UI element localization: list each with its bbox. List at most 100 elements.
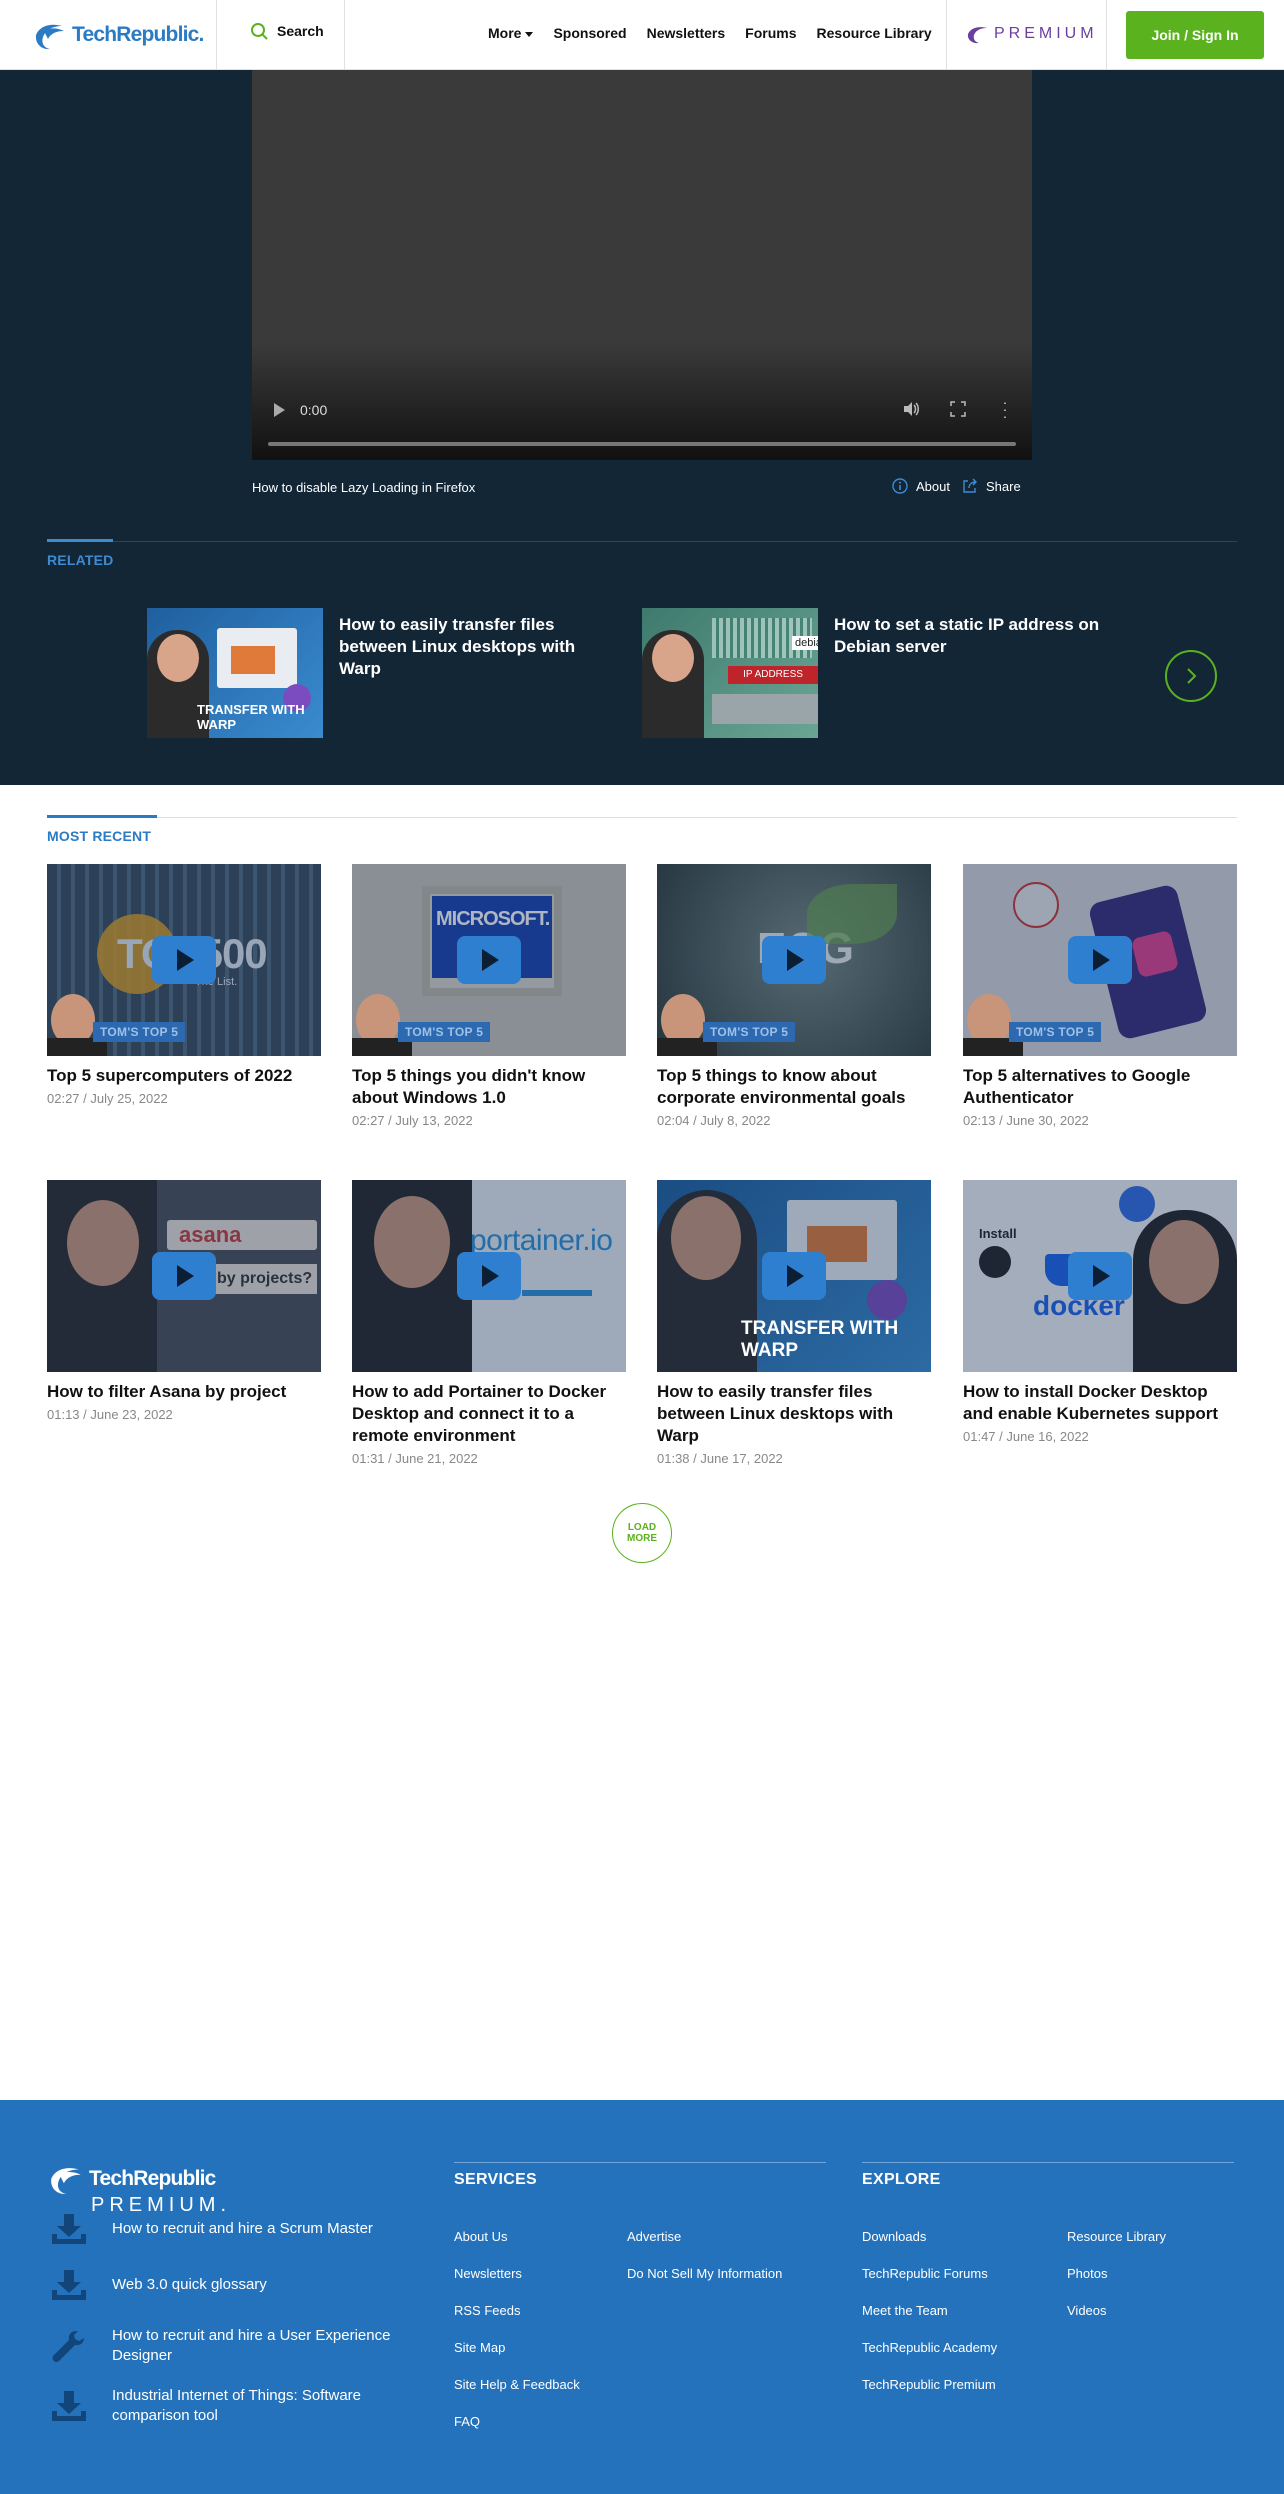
header-divider — [1106, 0, 1107, 70]
fullscreen-icon[interactable] — [950, 401, 966, 417]
series-tag: TOM'S TOP 5 — [703, 1022, 796, 1042]
play-icon[interactable] — [274, 403, 285, 417]
footer-link-do-not-sell[interactable]: Do Not Sell My Information — [627, 2266, 782, 2281]
nav-item-more[interactable]: More — [488, 25, 534, 41]
footer-link-forums[interactable]: TechRepublic Forums — [862, 2266, 988, 2281]
video-title: How to easily transfer files between Lin… — [657, 1382, 894, 1445]
footer-link-newsletters[interactable]: Newsletters — [454, 2266, 522, 2281]
nav-item-forums[interactable]: Forums — [745, 25, 796, 41]
video-thumbnail: ESG TOM'S TOP 5 — [657, 864, 931, 1056]
footer-link-meet-the-team[interactable]: Meet the Team — [862, 2303, 948, 2318]
premium-resource-item[interactable]: Web 3.0 quick glossary — [50, 2268, 422, 2302]
video-thumbnail: TOP500 The List. TOM'S TOP 5 — [47, 864, 321, 1056]
video-meta: 02:27 / July 25, 2022 — [47, 1091, 168, 1106]
download-icon — [52, 2270, 86, 2300]
video-thumbnail: portainer.io — [352, 1180, 626, 1372]
related-heading: RELATED — [47, 552, 114, 568]
related-card[interactable]: IP ADDRESS debian How to set a static IP… — [642, 608, 1112, 738]
nav-item-sponsored[interactable]: Sponsored — [553, 25, 626, 41]
video-card[interactable]: asana by projects? How to filter Asana b… — [47, 1180, 321, 1422]
premium-resource-item[interactable]: Industrial Internet of Things: Software … — [50, 2386, 422, 2426]
techrepublic-premium-logo[interactable]: TechRepublic PREMIUM. — [47, 2160, 231, 2217]
load-more-button[interactable]: LOAD MORE — [612, 1503, 672, 1563]
series-tag: TOM'S TOP 5 — [93, 1022, 186, 1042]
video-player[interactable]: 0:00 · · · — [252, 70, 1032, 460]
video-meta: 02:13 / June 30, 2022 — [963, 1113, 1089, 1128]
main-nav: More Sponsored Newsletters Forums Resour… — [488, 25, 932, 41]
footer-link-downloads[interactable]: Downloads — [862, 2229, 926, 2244]
video-thumbnail: MICROSOFT. TOM'S TOP 5 — [352, 864, 626, 1056]
video-card[interactable]: MICROSOFT. TOM'S TOP 5 Top 5 things you … — [352, 864, 626, 1128]
share-button[interactable]: Share — [962, 478, 1021, 494]
video-progress-bar[interactable] — [268, 442, 1016, 446]
join-sign-in-button[interactable]: Join / Sign In — [1126, 11, 1264, 59]
video-title: Top 5 supercomputers of 2022 — [47, 1066, 293, 1085]
footer-link-resource-library[interactable]: Resource Library — [1067, 2229, 1166, 2244]
techrepublic-logo[interactable]: TechRepublic. — [32, 15, 204, 55]
techrepublic-premium-icon — [967, 27, 987, 44]
video-card[interactable]: ESG TOM'S TOP 5 Top 5 things to know abo… — [657, 864, 931, 1128]
most-recent-heading: MOST RECENT — [47, 828, 152, 844]
video-meta: 02:04 / July 8, 2022 — [657, 1113, 771, 1128]
volume-icon[interactable] — [902, 400, 920, 418]
download-icon — [52, 2214, 86, 2244]
video-thumbnail: Install docker — [963, 1180, 1237, 1372]
video-thumbnail: TRANSFER WITH WARP — [657, 1180, 931, 1372]
premium-resource-item[interactable]: How to recruit and hire a Scrum Master — [50, 2212, 422, 2246]
video-hero: 0:00 · · · How to disable Lazy Loading in … — [0, 70, 1284, 785]
series-tag: TOM'S TOP 5 — [1009, 1022, 1102, 1042]
footer-link-faq[interactable]: FAQ — [454, 2414, 480, 2429]
footer-link-academy[interactable]: TechRepublic Academy — [862, 2340, 997, 2355]
footer-link-rss-feeds[interactable]: RSS Feeds — [454, 2303, 520, 2318]
premium-link[interactable]: PREMIUM — [966, 22, 1098, 46]
footer-link-photos[interactable]: Photos — [1067, 2266, 1107, 2281]
most-recent-divider — [47, 817, 1237, 818]
play-icon — [152, 936, 216, 984]
header-divider — [946, 0, 947, 70]
related-card[interactable]: TRANSFER WITH WARP How to easily transfe… — [147, 608, 617, 738]
nav-item-resource-library[interactable]: Resource Library — [817, 25, 932, 41]
video-title: Top 5 alternatives to Google Authenticat… — [963, 1066, 1191, 1107]
about-label: About — [916, 478, 950, 494]
related-next-button[interactable] — [1165, 650, 1217, 702]
chevron-right-icon — [1187, 668, 1197, 684]
download-icon — [52, 2391, 86, 2421]
share-icon — [963, 478, 977, 493]
nav-label: More — [488, 25, 522, 41]
resource-title: How to recruit and hire a User Experienc… — [112, 2327, 391, 2364]
footer-link-premium[interactable]: TechRepublic Premium — [862, 2377, 996, 2392]
footer-link-advertise[interactable]: Advertise — [627, 2229, 681, 2244]
video-thumbnail: asana by projects? — [47, 1180, 321, 1372]
video-title: How to add Portainer to Docker Desktop a… — [352, 1382, 607, 1445]
video-card[interactable]: TRANSFER WITH WARP How to easily transfe… — [657, 1180, 931, 1466]
wrench-icon — [52, 2331, 84, 2363]
video-card[interactable]: TOM'S TOP 5 Top 5 alternatives to Google… — [963, 864, 1237, 1128]
more-options-icon[interactable]: · · · — [1002, 395, 1008, 423]
site-header: TechRepublic. Search More Sponsored News… — [0, 0, 1284, 70]
premium-label: PREMIUM — [994, 25, 1098, 42]
video-title: How to disable Lazy Loading in Firefox — [252, 480, 476, 495]
footer-link-site-map[interactable]: Site Map — [454, 2340, 505, 2355]
search-icon — [251, 23, 268, 40]
nav-item-newsletters[interactable]: Newsletters — [647, 25, 726, 41]
footer-logo-text: TechRepublic — [89, 2167, 216, 2190]
footer-link-videos[interactable]: Videos — [1067, 2303, 1107, 2318]
video-card[interactable]: portainer.io How to add Portainer to Doc… — [352, 1180, 626, 1466]
resource-title: Industrial Internet of Things: Software … — [112, 2387, 362, 2424]
header-divider — [344, 0, 345, 70]
footer-link-site-help[interactable]: Site Help & Feedback — [454, 2377, 580, 2392]
resource-title: Web 3.0 quick glossary — [112, 2276, 267, 2293]
video-card[interactable]: TOP500 The List. TOM'S TOP 5 Top 5 super… — [47, 864, 321, 1106]
video-card[interactable]: Install docker How to install Docker Des… — [963, 1180, 1237, 1444]
play-icon — [457, 1252, 521, 1300]
about-button[interactable]: About — [892, 478, 950, 494]
footer-link-about-us[interactable]: About Us — [454, 2229, 507, 2244]
related-thumbnail: IP ADDRESS debian — [642, 608, 818, 738]
search-button[interactable]: Search — [250, 22, 324, 40]
video-title: How to install Docker Desktop and enable… — [963, 1382, 1219, 1423]
series-tag: TOM'S TOP 5 — [398, 1022, 491, 1042]
play-icon — [152, 1252, 216, 1300]
video-title: Top 5 things to know about corporate env… — [657, 1066, 906, 1107]
techrepublic-logo-icon — [35, 24, 64, 50]
premium-resource-item[interactable]: How to recruit and hire a User Experienc… — [50, 2326, 422, 2366]
